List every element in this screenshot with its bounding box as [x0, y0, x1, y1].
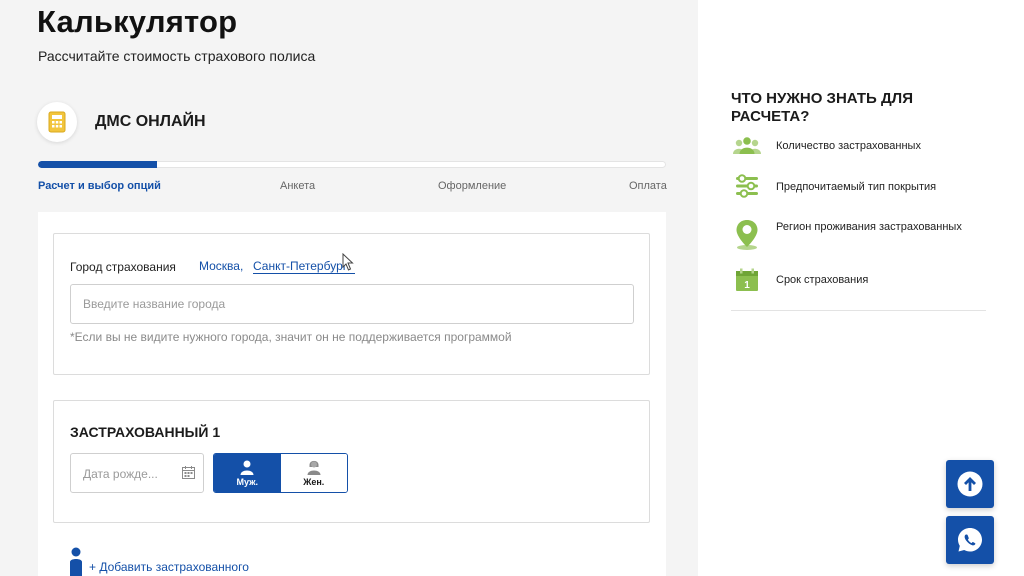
whatsapp-icon [958, 528, 982, 552]
step-questionnaire[interactable]: Анкета [280, 180, 315, 192]
tip-insurance-term-text: Срок страхования [776, 274, 869, 286]
tip-insured-count-text: Количество застрахованных [776, 140, 921, 152]
gender-male-label: Муж. [236, 476, 259, 487]
city-note: *Если вы не видите нужного города, значи… [70, 330, 512, 344]
calendar-icon: 1 [731, 268, 763, 292]
gender-female-label: Жен. [303, 476, 325, 487]
birth-date-placeholder: Дата рожде... [83, 467, 158, 481]
page-subtitle: Рассчитайте стоимость страхового полиса [38, 48, 316, 64]
calculator-icon [37, 102, 77, 142]
add-insured-button[interactable]: + Добавить застрахованного [68, 547, 249, 576]
tip-region: Регион проживания застрахованных [731, 219, 962, 251]
calendar-picker-icon[interactable] [182, 466, 195, 484]
tip-coverage-type: Предпочитаемый тип покрытия [731, 173, 936, 199]
city-input[interactable] [70, 284, 634, 324]
scroll-top-button[interactable] [946, 460, 994, 508]
city-label: Город страхования [70, 260, 176, 274]
city-link-saint-petersburg[interactable]: Санкт-Петербург [253, 259, 347, 273]
aside-divider [731, 310, 986, 311]
mouse-cursor-icon [342, 252, 354, 276]
step-registration[interactable]: Оформление [438, 180, 506, 192]
tip-coverage-type-text: Предпочитаемый тип покрытия [776, 181, 937, 193]
tip-region-text: Регион проживания застрахованных [776, 221, 962, 233]
add-insured-label: + Добавить застрахованного [89, 560, 249, 574]
people-icon [731, 136, 763, 156]
calendar-day: 1 [744, 280, 750, 291]
progress-bar [38, 161, 666, 168]
tip-insured-count: Количество застрахованных [731, 136, 921, 156]
sliders-icon [731, 173, 763, 199]
page-title: Калькулятор [37, 4, 238, 39]
female-person-icon [307, 460, 321, 475]
step-payment[interactable]: Оплата [629, 180, 667, 192]
gender-male-button[interactable]: Муж. [214, 454, 281, 492]
birth-date-field[interactable]: Дата рожде... [70, 453, 204, 493]
gender-female-button[interactable]: Жен. [280, 454, 347, 492]
chat-button[interactable] [946, 516, 994, 564]
gender-toggle: Муж. Жен. [213, 453, 348, 493]
step-calculation[interactable]: Расчет и выбор опций [38, 180, 161, 192]
product-title: ДМС ОНЛАЙН [95, 113, 206, 130]
city-link-moscow[interactable]: Москва, [199, 259, 243, 273]
arrow-up-icon [957, 471, 983, 497]
insured-title: ЗАСТРАХОВАННЫЙ 1 [70, 424, 221, 440]
location-pin-icon [731, 219, 763, 251]
person-add-icon [70, 547, 82, 576]
city-link-underline [253, 273, 355, 274]
male-person-icon [240, 460, 254, 475]
tip-insurance-term: 1 Срок страхования [731, 268, 868, 292]
aside-title: ЧТО НУЖНО ЗНАТЬ ДЛЯ РАСЧЕТА? [731, 90, 913, 125]
progress-fill [38, 161, 158, 168]
